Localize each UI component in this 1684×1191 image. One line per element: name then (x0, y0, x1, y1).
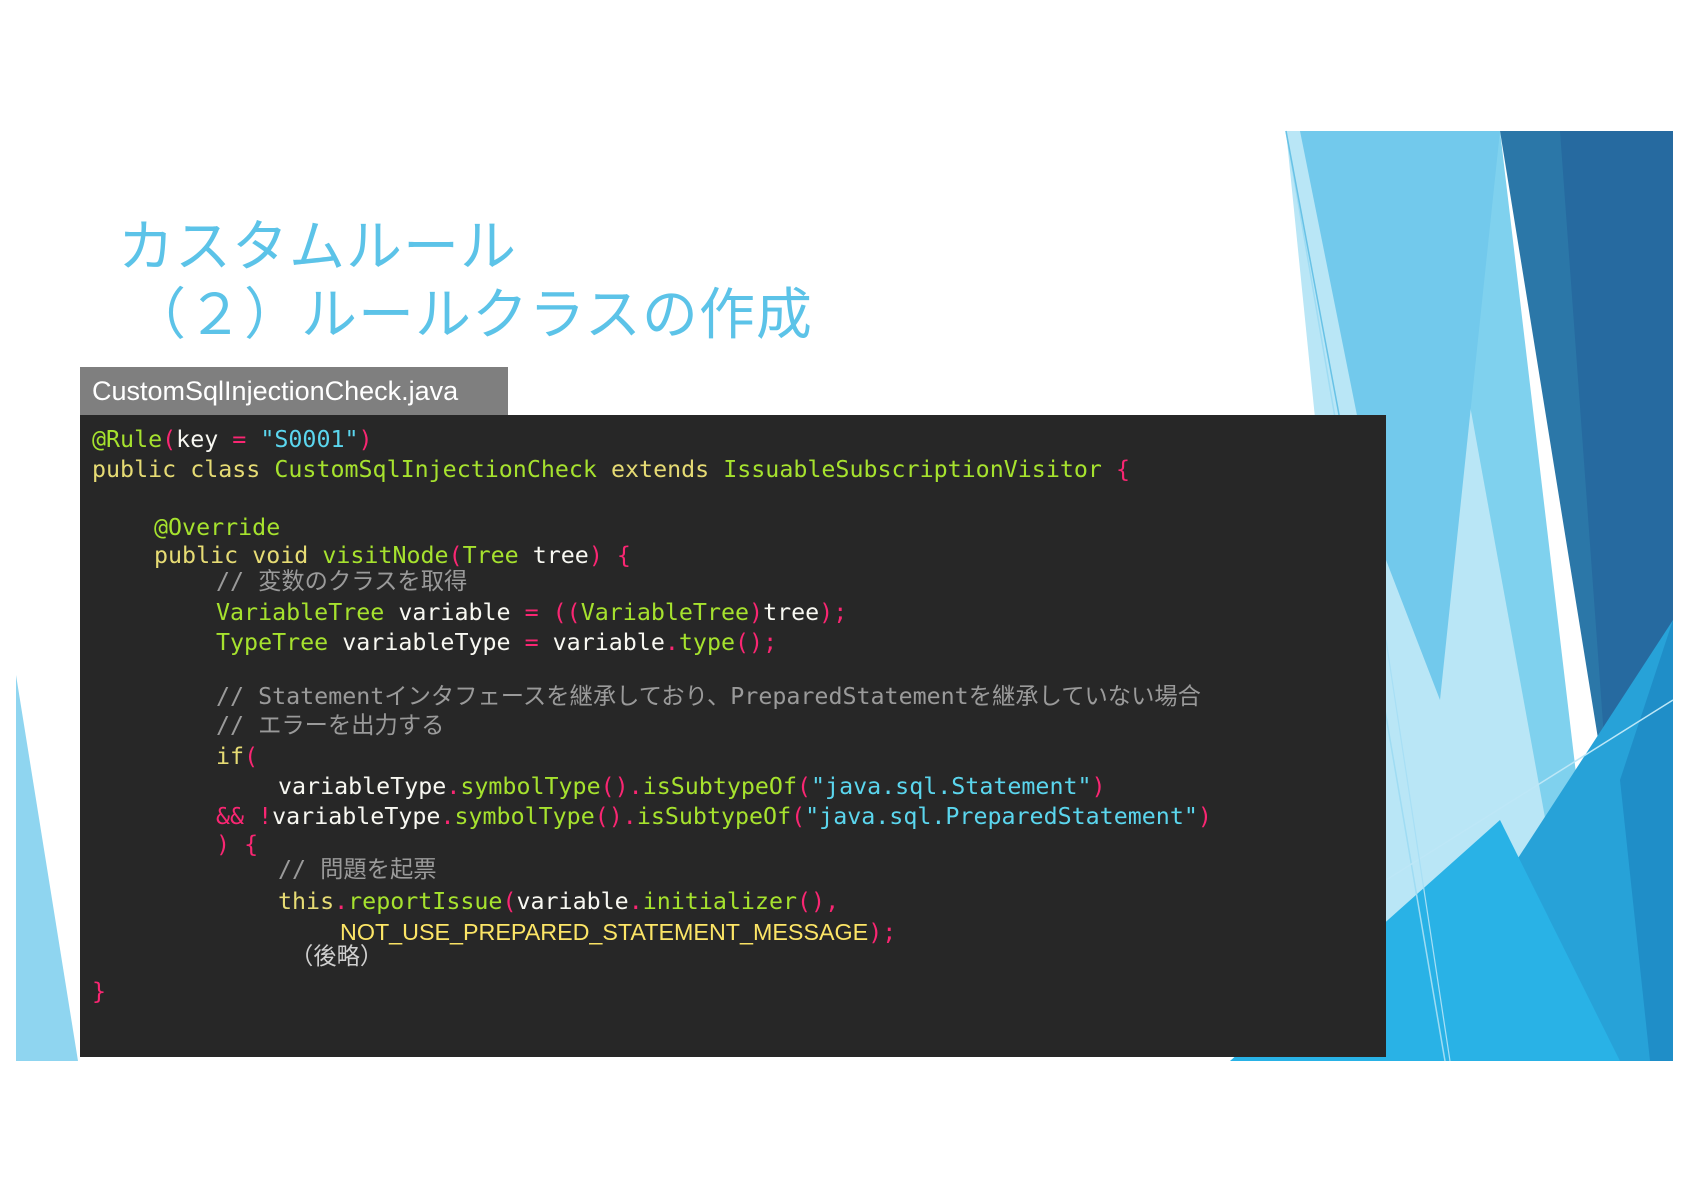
param-type: Tree (462, 542, 519, 569)
and-operator: && (216, 803, 245, 830)
prepared-statement-class-string: "java.sql.PreparedStatement" (805, 803, 1198, 830)
message-constant: NOT_USE_PREPARED_STATEMENT_MESSAGE (340, 919, 869, 945)
variable-type-name: variableType (342, 629, 511, 656)
super-class-name: IssuableSubscriptionVisitor (723, 456, 1102, 483)
class-name: CustomSqlInjectionCheck (274, 456, 597, 483)
not-operator: ! (258, 803, 273, 830)
code-line-if: if( (216, 743, 259, 770)
annotation-override: @Override (154, 514, 281, 541)
this-keyword: this (278, 888, 335, 915)
slide: カスタムルール （２）ルールクラスの作成 CustomSqlInjectionC… (0, 0, 1684, 1191)
annotation-rule: @Rule (92, 426, 163, 453)
statement-class-string: "java.sql.Statement" (811, 773, 1092, 800)
variable-type-reference: variableType (272, 803, 441, 830)
void-keyword: void (252, 542, 309, 569)
code-comment-get-class: // 変数のクラスを取得 (216, 568, 468, 595)
key-identifier: key (176, 426, 219, 453)
left-accent-shape (16, 675, 78, 1061)
method-name: visitNode (322, 542, 449, 569)
code-comment-report-issue: // 問題を起票 (278, 856, 437, 883)
code-line-statement-check: variableType.symbolType().isSubtypeOf("j… (278, 773, 1106, 800)
rule-key-string: "S0001" (260, 426, 359, 453)
report-issue-method: reportIssue (348, 888, 503, 915)
param-name: tree (532, 542, 589, 569)
code-closing-brace: } (92, 978, 107, 1005)
if-keyword: if (216, 743, 245, 770)
class-keyword: class (190, 456, 261, 483)
tree-reference: tree (763, 599, 820, 626)
public-keyword: public (154, 542, 239, 569)
variable-reference: variable (516, 888, 629, 915)
file-name-tab: CustomSqlInjectionCheck.java (80, 367, 508, 415)
code-line-variable-declaration: VariableTree variable = ((VariableTree)t… (216, 599, 848, 626)
code-line-if-close: ) { (216, 831, 259, 858)
type-tree-type: TypeTree (216, 629, 329, 656)
extends-keyword: extends (611, 456, 710, 483)
code-comment-condition-2: // エラーを出力する (216, 712, 445, 739)
cast-type: VariableTree (580, 599, 750, 626)
symbol-type-method: symbolType (454, 803, 595, 830)
code-line-prepared-check: && !variableType.symbolType().isSubtypeO… (216, 803, 1212, 830)
variable-type-reference: variableType (278, 773, 447, 800)
slide-title-line-1: カスタムルール (118, 215, 517, 280)
code-line-class-declaration: public class CustomSqlInjectionCheck ext… (92, 456, 1130, 483)
is-subtype-method: isSubtypeOf (636, 803, 792, 830)
slide-title-line-2: （２）ルールクラスの作成 (130, 283, 813, 348)
code-comment-condition-1: // Statementインタフェースを継承しており、PreparedState… (216, 683, 1201, 710)
variable-name: variable (398, 599, 511, 626)
code-omitted-note: （後略） (290, 943, 384, 970)
code-line-rule-annotation: @Rule(key = "S0001") (92, 426, 373, 453)
code-line-type-declaration: TypeTree variableType = variable.type(); (216, 629, 778, 656)
is-subtype-method: isSubtypeOf (642, 773, 797, 800)
public-keyword: public (92, 456, 177, 483)
code-line-report-issue: this.reportIssue(variable.initializer(), (278, 888, 840, 915)
type-method: type (678, 629, 736, 656)
variable-reference: variable (552, 629, 665, 656)
symbol-type-method: symbolType (460, 773, 601, 800)
variable-tree-type: VariableTree (216, 599, 385, 626)
code-line-override: @Override (154, 513, 280, 543)
initializer-method: initializer (642, 888, 798, 915)
code-block: @Rule(key = "S0001") public class Custom… (80, 415, 1386, 1057)
code-line-message-constant: NOT_USE_PREPARED_STATEMENT_MESSAGE); (340, 919, 897, 946)
